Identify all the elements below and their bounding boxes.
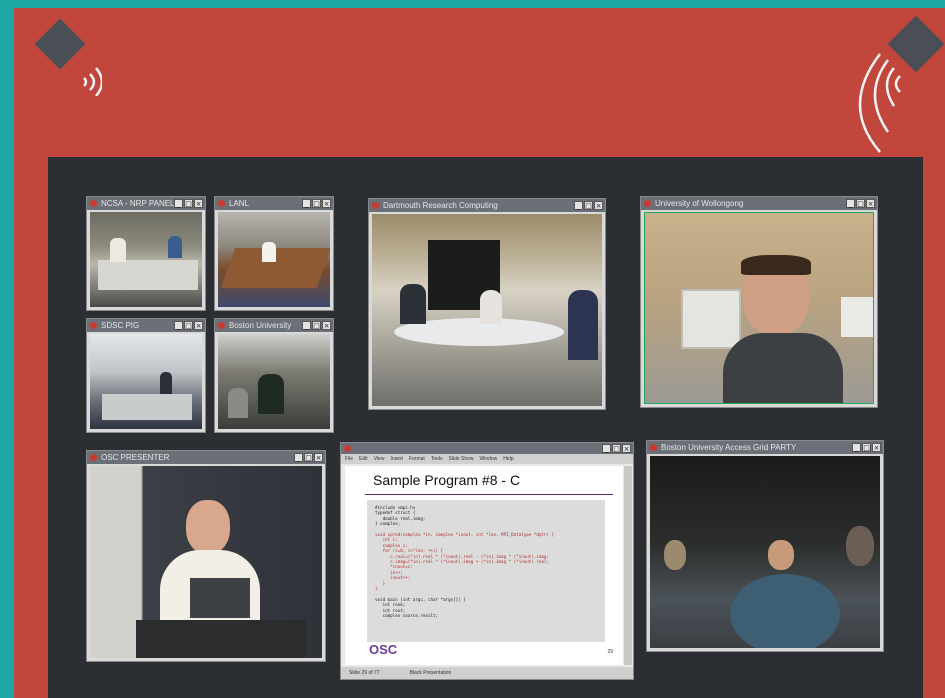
menu-item[interactable]: Help — [503, 454, 513, 464]
template-name: Black Presentation — [409, 670, 452, 676]
slide-title: Sample Program #8 - C — [373, 472, 521, 488]
page-number: 29 — [607, 649, 613, 655]
video-window-lanl[interactable]: LANL _ □ × — [214, 196, 334, 311]
menu-item[interactable]: File — [345, 454, 353, 464]
window-title: OSC PRESENTER — [101, 453, 170, 462]
maximize-icon[interactable]: □ — [312, 199, 321, 208]
slide-canvas: Sample Program #8 - C #include <mpi.h> ty… — [345, 466, 623, 665]
window-title: Dartmouth Research Computing — [383, 201, 498, 210]
osc-logo: OSC — [369, 642, 398, 657]
status-bar: Slide 29 of 77 Black Presentation — [341, 667, 633, 679]
maximize-icon[interactable]: □ — [612, 444, 621, 453]
menu-item[interactable]: Edit — [359, 454, 368, 464]
menu-item[interactable]: Window — [480, 454, 498, 464]
maximize-icon[interactable]: □ — [856, 199, 865, 208]
video-feed — [372, 214, 602, 406]
app-icon — [90, 200, 97, 207]
slide-divider — [365, 494, 613, 495]
app-icon — [90, 322, 97, 329]
maximize-icon[interactable]: □ — [584, 201, 593, 210]
app-icon — [218, 200, 225, 207]
menu-item[interactable]: Insert — [390, 454, 403, 464]
minimize-icon[interactable]: _ — [302, 199, 311, 208]
maximize-icon[interactable]: □ — [184, 321, 193, 330]
minimize-icon[interactable]: _ — [846, 199, 855, 208]
close-icon[interactable]: × — [872, 443, 881, 452]
app-icon — [650, 444, 657, 451]
video-window-bu-access-grid[interactable]: Boston University Access Grid PARTY _ □ × — [646, 440, 884, 652]
code-line: complex source,result; — [375, 613, 439, 619]
close-icon[interactable]: × — [322, 321, 331, 330]
menu-item[interactable]: View — [374, 454, 385, 464]
close-icon[interactable]: × — [194, 321, 203, 330]
app-icon — [90, 454, 97, 461]
close-icon[interactable]: × — [314, 453, 323, 462]
close-icon[interactable]: × — [866, 199, 875, 208]
left-speaker-icon — [32, 16, 102, 96]
right-speaker-icon — [830, 14, 945, 154]
video-window-ncsa[interactable]: NCSA - NRP PANEL _ □ × — [86, 196, 206, 311]
video-feed — [644, 212, 874, 404]
video-window-osc-presenter[interactable]: OSC PRESENTER _ □ × — [86, 450, 326, 662]
minimize-icon[interactable]: _ — [294, 453, 303, 462]
video-feed — [218, 334, 330, 429]
video-window-boston-university[interactable]: Boston University _ □ × — [214, 318, 334, 433]
video-feed — [90, 212, 202, 307]
app-icon — [344, 445, 351, 452]
menu-item[interactable]: Tools — [431, 454, 443, 464]
video-feed — [218, 212, 330, 307]
video-window-dartmouth[interactable]: Dartmouth Research Computing _ □ × — [368, 198, 606, 410]
minimize-icon[interactable]: _ — [174, 199, 183, 208]
minimize-icon[interactable]: _ — [852, 443, 861, 452]
minimize-icon[interactable]: _ — [574, 201, 583, 210]
close-icon[interactable]: × — [594, 201, 603, 210]
close-icon[interactable]: × — [322, 199, 331, 208]
minimize-icon[interactable]: _ — [174, 321, 183, 330]
window-title: Boston University — [229, 321, 292, 330]
video-window-sdsc[interactable]: SDSC PIG _ □ × — [86, 318, 206, 433]
window-title: SDSC PIG — [101, 321, 140, 330]
maximize-icon[interactable]: □ — [862, 443, 871, 452]
app-icon — [644, 200, 651, 207]
app-icon — [372, 202, 379, 209]
menu-bar: File Edit View Insert Format Tools Slide Show W… — [341, 454, 633, 464]
video-feed — [90, 466, 322, 658]
code-block: #include <mpi.h> typedef struct { double … — [367, 500, 605, 642]
video-feed — [650, 456, 880, 648]
window-title: Boston University Access Grid PARTY — [661, 443, 797, 452]
close-icon[interactable]: × — [622, 444, 631, 453]
presentation-window[interactable]: _ □ × File Edit View Insert Format Tools Slide S… — [340, 442, 634, 680]
window-title: University of Wollongong — [655, 199, 744, 208]
video-window-wollongong[interactable]: University of Wollongong _ □ × — [640, 196, 878, 408]
app-icon — [218, 322, 225, 329]
minimize-icon[interactable]: _ — [602, 444, 611, 453]
close-icon[interactable]: × — [194, 199, 203, 208]
maximize-icon[interactable]: □ — [304, 453, 313, 462]
maximize-icon[interactable]: □ — [184, 199, 193, 208]
vertical-scrollbar[interactable] — [624, 466, 632, 665]
slide-counter: Slide 29 of 77 — [349, 670, 380, 676]
maximize-icon[interactable]: □ — [312, 321, 321, 330]
minimize-icon[interactable]: _ — [302, 321, 311, 330]
window-title: LANL — [229, 199, 250, 208]
menu-item[interactable]: Slide Show — [448, 454, 473, 464]
window-title: NCSA - NRP PANEL — [101, 199, 175, 208]
menu-item[interactable]: Format — [409, 454, 425, 464]
video-feed — [90, 334, 202, 429]
